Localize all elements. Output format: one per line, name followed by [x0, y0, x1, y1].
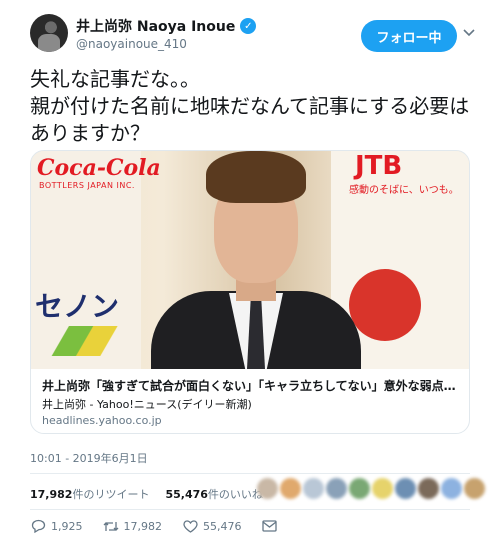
- retweet-stat-count: 17,982: [30, 488, 73, 501]
- person-hair: [206, 151, 306, 203]
- like-stat-label: 件のいいね: [207, 488, 263, 501]
- liker-avatar[interactable]: [349, 478, 370, 499]
- reply-icon: [30, 518, 46, 534]
- divider-bottom: [30, 509, 470, 510]
- tweet-timestamp[interactable]: 10:01 - 2019年6月1日: [30, 450, 148, 466]
- name-row: 井上尚弥 Naoya Inoue ✓: [76, 16, 257, 36]
- reply-count: 1,925: [51, 519, 83, 533]
- card-title[interactable]: 井上尚弥「強すぎて試合が面白くない」「キャラ立ちしてない」意外な弱点（デ...: [42, 377, 462, 394]
- liker-avatar[interactable]: [441, 478, 462, 499]
- card-image[interactable]: Coca-Cola BOTTLERS JAPAN INC. JTB 感動のそばに…: [31, 151, 469, 369]
- liker-avatar[interactable]: [303, 478, 324, 499]
- following-button[interactable]: フォロー中: [361, 20, 457, 52]
- retweet-button[interactable]: 17,982: [103, 518, 163, 534]
- jtb-tagline: 感動のそばに、いつも。: [349, 185, 459, 196]
- like-stat-count: 55,476: [165, 488, 208, 501]
- direct-message-button[interactable]: [262, 518, 278, 534]
- tweet-actions: 1,925 17,982 55,476: [30, 518, 298, 534]
- like-button[interactable]: 55,476: [182, 518, 242, 534]
- liker-avatar[interactable]: [280, 478, 301, 499]
- jtb-logo: JTB: [355, 151, 403, 181]
- link-card[interactable]: Coca-Cola BOTTLERS JAPAN INC. JTB 感動のそばに…: [30, 150, 470, 434]
- retweet-stat[interactable]: 17,982件のリツイート: [30, 486, 149, 502]
- like-count: 55,476: [203, 519, 242, 533]
- user-display-name[interactable]: 井上尚弥 Naoya Inoue: [76, 16, 235, 36]
- senon-logo: セノン: [35, 290, 120, 323]
- user-avatar[interactable]: [30, 14, 68, 52]
- divider-top: [30, 473, 470, 474]
- user-handle[interactable]: @naoyainoue_410: [76, 37, 187, 51]
- liker-avatar[interactable]: [395, 478, 416, 499]
- tweet-header: 井上尚弥 Naoya Inoue ✓ @naoyainoue_410 フォロー中: [30, 14, 475, 60]
- envelope-icon: [262, 518, 278, 534]
- stats-row: 17,982件のリツイート 55,476件のいいね: [30, 486, 263, 502]
- chevron-down-icon[interactable]: [462, 26, 476, 40]
- coca-cola-sub-text: BOTTLERS JAPAN INC.: [39, 181, 135, 190]
- liker-avatar[interactable]: [326, 478, 347, 499]
- like-stat[interactable]: 55,476件のいいね: [165, 486, 262, 502]
- tweet-text: 失礼な記事だな。。 親が付けた名前に地味だなんて記事にする必要はありますか？: [30, 67, 470, 145]
- coca-cola-logo: Coca-Cola: [37, 155, 161, 181]
- liker-avatar[interactable]: [257, 478, 278, 499]
- liker-avatars: [257, 478, 485, 499]
- sponsor-red-circle: [349, 269, 421, 341]
- retweet-icon: [103, 518, 119, 534]
- liker-avatar[interactable]: [372, 478, 393, 499]
- liker-avatar[interactable]: [418, 478, 439, 499]
- verified-badge-icon: ✓: [240, 18, 257, 34]
- reply-button[interactable]: 1,925: [30, 518, 83, 534]
- retweet-count: 17,982: [123, 519, 163, 533]
- sponsor-swoosh: [49, 326, 129, 356]
- card-domain: headlines.yahoo.co.jp: [42, 414, 162, 427]
- card-description: 井上尚弥 - Yahoo!ニュース(デイリー新潮): [42, 398, 252, 411]
- heart-icon: [182, 518, 198, 534]
- retweet-stat-label: 件のリツイート: [72, 488, 150, 501]
- liker-avatar[interactable]: [464, 478, 485, 499]
